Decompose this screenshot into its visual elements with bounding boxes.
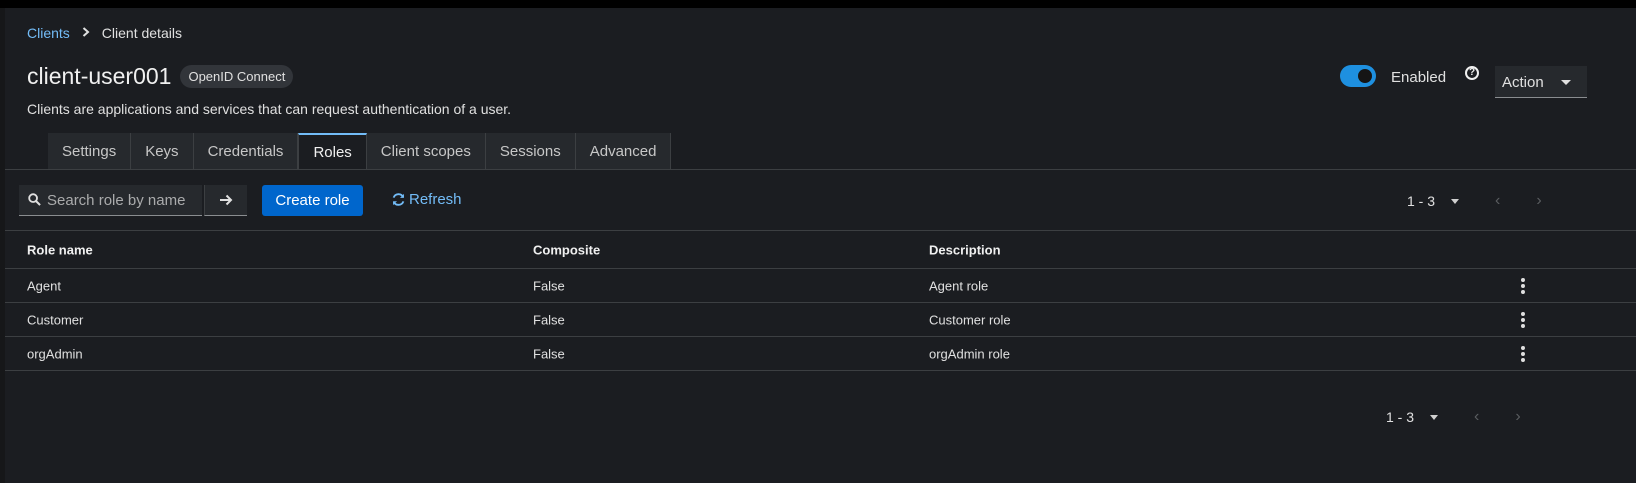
role-composite: False	[533, 346, 565, 361]
top-bar	[0, 0, 1636, 8]
refresh-label: Refresh	[409, 191, 462, 208]
column-header-role-name[interactable]: Role name	[27, 242, 93, 257]
help-icon[interactable]: ?	[1465, 66, 1479, 80]
pagination-bottom: 1 - 3 ‹ ›	[1386, 408, 1521, 426]
enabled-toggle[interactable]	[1340, 65, 1376, 87]
table-row: Agent False Agent role	[5, 269, 1636, 303]
table-header-row: Role name Composite Description	[5, 230, 1636, 269]
role-composite: False	[533, 278, 565, 293]
enabled-label: Enabled	[1391, 69, 1447, 86]
tab-settings[interactable]: Settings	[48, 133, 132, 169]
column-header-composite[interactable]: Composite	[533, 242, 600, 257]
caret-down-icon[interactable]	[1451, 198, 1460, 204]
caret-down-icon	[1561, 80, 1571, 85]
protocol-badge: OpenID Connect	[180, 65, 294, 88]
role-name-link[interactable]: Agent	[27, 278, 61, 293]
next-page-icon[interactable]: ›	[1536, 192, 1541, 210]
caret-down-icon[interactable]	[1430, 414, 1439, 420]
tab-sessions[interactable]: Sessions	[485, 133, 576, 169]
breadcrumb: Clients Client details	[27, 25, 182, 41]
search-icon	[28, 193, 41, 206]
kebab-menu-icon[interactable]	[1518, 311, 1528, 329]
arrow-right-icon	[220, 194, 233, 206]
breadcrumb-current: Client details	[101, 25, 182, 41]
role-composite: False	[533, 312, 565, 327]
title-row: client-user001 OpenID Connect	[27, 63, 294, 90]
page-subtitle: Clients are applications and services th…	[27, 101, 512, 117]
client-details-page: Clients Client details client-user001 Op…	[5, 8, 1636, 483]
prev-page-icon[interactable]: ‹	[1474, 408, 1479, 426]
table-row: Customer False Customer role	[5, 303, 1636, 337]
action-dropdown[interactable]: Action	[1495, 66, 1587, 98]
search-input[interactable]	[47, 185, 197, 215]
pagination-top: 1 - 3 ‹ ›	[1407, 192, 1542, 210]
chevron-right-icon	[82, 26, 90, 40]
next-page-icon[interactable]: ›	[1515, 408, 1520, 426]
breadcrumb-clients-link[interactable]: Clients	[27, 25, 70, 41]
pagination-range[interactable]: 1 - 3	[1386, 409, 1414, 425]
toggle-knob	[1358, 69, 1372, 83]
tab-bar: Settings Keys Credentials Roles Client s…	[48, 133, 672, 169]
tab-roles[interactable]: Roles	[298, 133, 367, 169]
refresh-icon	[392, 193, 405, 206]
refresh-button[interactable]: Refresh	[391, 191, 462, 208]
tabs-divider	[5, 169, 1636, 170]
pagination-range[interactable]: 1 - 3	[1407, 193, 1435, 209]
role-description: Agent role	[929, 278, 989, 293]
role-name-link[interactable]: Customer	[27, 312, 83, 327]
tab-keys[interactable]: Keys	[131, 133, 194, 169]
search-box	[19, 185, 202, 216]
kebab-menu-icon[interactable]	[1518, 277, 1528, 295]
column-header-description[interactable]: Description	[929, 242, 1001, 257]
tab-credentials[interactable]: Credentials	[193, 133, 299, 169]
page-title: client-user001	[27, 63, 172, 89]
table-row: orgAdmin False orgAdmin role	[5, 337, 1636, 371]
tab-advanced[interactable]: Advanced	[575, 133, 672, 169]
action-label: Action	[1502, 74, 1544, 91]
tab-client-scopes[interactable]: Client scopes	[366, 133, 486, 169]
create-role-button[interactable]: Create role	[262, 185, 363, 216]
role-description: orgAdmin role	[929, 346, 1010, 361]
prev-page-icon[interactable]: ‹	[1495, 192, 1500, 210]
role-description: Customer role	[929, 312, 1011, 327]
kebab-menu-icon[interactable]	[1518, 345, 1528, 363]
roles-table: Role name Composite Description Agent Fa…	[5, 230, 1636, 371]
search-submit-button[interactable]	[204, 185, 247, 216]
role-name-link[interactable]: orgAdmin	[27, 346, 83, 361]
